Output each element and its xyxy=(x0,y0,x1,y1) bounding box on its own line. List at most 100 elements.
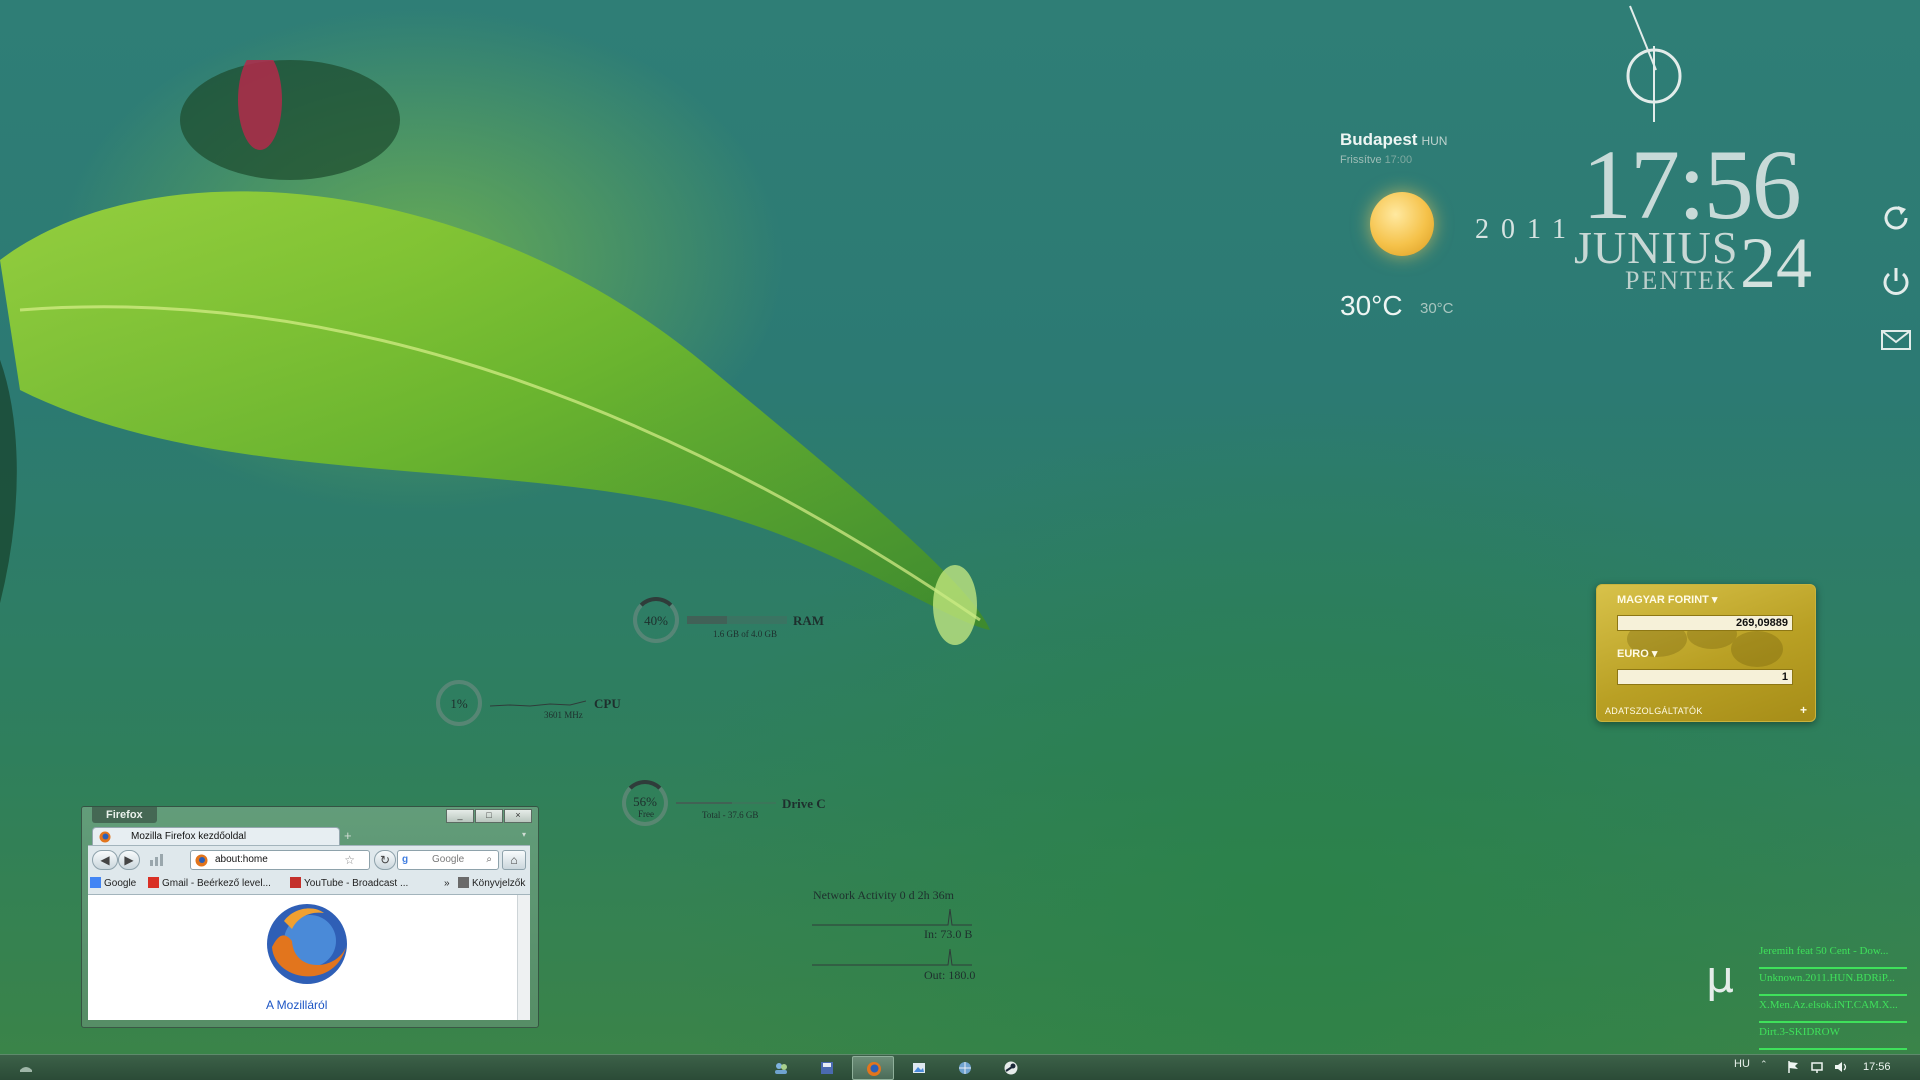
start-icon[interactable] xyxy=(18,1060,34,1076)
bookmark-youtube[interactable]: YouTube - Broadcast ... xyxy=(290,874,408,894)
network-out-graph xyxy=(812,948,972,966)
firefox-logo xyxy=(267,904,347,984)
torrent-list: Jeremih feat 50 Cent - Dow... Unknown.20… xyxy=(1759,942,1907,1050)
power-icon[interactable] xyxy=(1878,263,1914,299)
show-hidden-icons-button[interactable]: ⌃ xyxy=(1760,1059,1768,1070)
volume-icon[interactable] xyxy=(1834,1060,1848,1074)
utorrent-icon[interactable]: µ xyxy=(1706,952,1734,1003)
weather-updated: Frissítve 17:00 xyxy=(1340,154,1413,166)
weather-country: HUN xyxy=(1421,134,1448,148)
bookmarks-icon xyxy=(458,877,469,888)
minimize-button[interactable]: _ xyxy=(446,809,474,823)
providers-link[interactable]: ADATSZOLGÁLTATÓK xyxy=(1605,706,1703,716)
sun-icon xyxy=(1370,192,1434,256)
browser-tab[interactable]: Mozilla Firefox kezdőoldal xyxy=(92,827,340,846)
ram-bar-fill xyxy=(687,616,727,624)
drive-bar-fill xyxy=(676,802,732,804)
window-controls: _ □ × xyxy=(446,809,532,823)
maximize-button[interactable]: □ xyxy=(475,809,503,823)
back-button[interactable]: ◀ xyxy=(92,850,118,870)
reload-button[interactable]: ↻ xyxy=(374,850,396,870)
search-input[interactable]: g Google ⌕ xyxy=(397,850,499,870)
network-in: In: 73.0 B xyxy=(924,927,973,941)
bookmarks-more-button[interactable]: » xyxy=(444,874,450,894)
new-tab-button[interactable]: + xyxy=(344,828,352,843)
tab-list-icon[interactable]: ▾ xyxy=(522,830,526,839)
cpu-label: CPU xyxy=(594,696,621,711)
to-currency-select[interactable]: EURO ▾ xyxy=(1617,647,1657,660)
save-icon xyxy=(821,1062,833,1074)
scrollbar[interactable] xyxy=(517,895,530,1020)
picture-icon xyxy=(913,1063,925,1073)
youtube-icon xyxy=(290,877,301,888)
taskbar-save[interactable] xyxy=(806,1056,848,1080)
taskbar-globe[interactable] xyxy=(944,1056,986,1080)
weather-feels-like: 30°C xyxy=(1420,300,1454,317)
cpu-detail: 3601 MHz xyxy=(544,710,583,720)
weather-temperature: 30°C xyxy=(1340,290,1403,321)
clock-time: 17:56 xyxy=(1582,129,1802,240)
bookmark-star-icon[interactable]: ☆ xyxy=(344,851,355,869)
language-indicator[interactable]: HU xyxy=(1734,1058,1750,1070)
weather-widget: Budapest HUN Frissítve 17:00 30°C 30°C xyxy=(1340,130,1454,321)
network-in-graph xyxy=(812,908,972,926)
home-button[interactable]: ⌂ xyxy=(502,850,526,870)
ram-percent: 40% xyxy=(644,613,668,628)
ram-bar xyxy=(687,616,787,624)
bookmark-google[interactable]: Google xyxy=(90,874,136,894)
torrent-item[interactable]: Jeremih feat 50 Cent - Dow... xyxy=(1759,942,1907,969)
page-content: A Mozilláról xyxy=(88,895,530,1020)
torrent-item[interactable]: X.Men.Az.elsok.iNT.CAM.X... xyxy=(1759,996,1907,1023)
add-currency-button[interactable]: + xyxy=(1800,703,1807,717)
leaf-wallpaper-image xyxy=(0,60,990,645)
flag-icon[interactable] xyxy=(1786,1060,1800,1074)
cpu-meter: 1% CPU 3601 MHz xyxy=(436,680,636,730)
navigation-toolbar: ◀ ▶ about:home ☆ ↻ g Google ⌕ ⌂ xyxy=(88,845,530,874)
site-icon xyxy=(195,854,208,867)
history-icon[interactable] xyxy=(146,852,170,868)
drive-meter: 56% Free Drive C Total - 37.6 GB xyxy=(622,780,852,830)
refresh-icon[interactable] xyxy=(1878,200,1914,236)
network-icon[interactable] xyxy=(1810,1060,1824,1074)
taskbar-picture[interactable] xyxy=(898,1056,940,1080)
drive-percent: 56% xyxy=(633,794,657,809)
ram-meter: 40% RAM 1.6 GB of 4.0 GB xyxy=(633,597,833,647)
about-mozilla-link[interactable]: A Mozilláról xyxy=(266,998,327,1012)
drive-bar xyxy=(676,802,776,804)
drive-label: Drive C xyxy=(782,796,826,811)
clock-weekday: PENTEK xyxy=(1625,266,1737,295)
from-currency-select[interactable]: MAGYAR FORINT ▾ xyxy=(1617,593,1717,606)
taskbar-steam[interactable] xyxy=(990,1056,1032,1080)
forward-button[interactable]: ▶ xyxy=(118,850,140,870)
tab-title: Mozilla Firefox kezdőoldal xyxy=(131,831,247,842)
firefox-window[interactable]: Firefox _ □ × Mozilla Firefox kezdőoldal… xyxy=(81,806,539,1028)
torrent-item[interactable]: Dirt.3-SKIDROW xyxy=(1759,1023,1907,1050)
close-button[interactable]: × xyxy=(504,809,532,823)
firefox-icon xyxy=(99,831,111,843)
taskbar-users[interactable] xyxy=(760,1056,802,1080)
bookmarks-menu[interactable]: Könyvjelzők xyxy=(458,874,525,894)
url-bar[interactable]: about:home ☆ xyxy=(190,850,370,870)
users-icon xyxy=(775,1063,787,1074)
clock-day: 24 xyxy=(1740,223,1812,303)
taskbar: HU ⌃ 17:56 xyxy=(0,1054,1920,1080)
mail-icon[interactable] xyxy=(1878,322,1914,358)
taskbar-clock[interactable]: 17:56 xyxy=(1863,1061,1891,1073)
to-currency-value[interactable]: 1 xyxy=(1617,669,1793,685)
torrent-item[interactable]: Unknown.2011.HUN.BDRiP... xyxy=(1759,969,1907,996)
window-title: Firefox xyxy=(92,807,157,823)
drive-detail: Total - 37.6 GB xyxy=(702,810,759,820)
analog-clock xyxy=(1626,5,1682,122)
globe-icon xyxy=(959,1062,971,1074)
search-icon[interactable]: ⌕ xyxy=(486,851,492,869)
taskbar-firefox[interactable] xyxy=(852,1056,894,1080)
bookmark-gmail[interactable]: Gmail - Beérkező level... xyxy=(148,874,271,894)
from-currency-value[interactable]: 269,09889 xyxy=(1617,615,1793,631)
google-icon xyxy=(90,877,101,888)
clock-month: JUNIUS xyxy=(1574,222,1739,273)
ram-label: RAM xyxy=(793,613,825,628)
cpu-percent: 1% xyxy=(450,696,468,711)
steam-icon xyxy=(1004,1061,1018,1075)
desktop: Budapest HUN Frissítve 17:00 30°C 30°C 201… xyxy=(0,0,1920,1080)
cpu-graph xyxy=(490,700,586,707)
